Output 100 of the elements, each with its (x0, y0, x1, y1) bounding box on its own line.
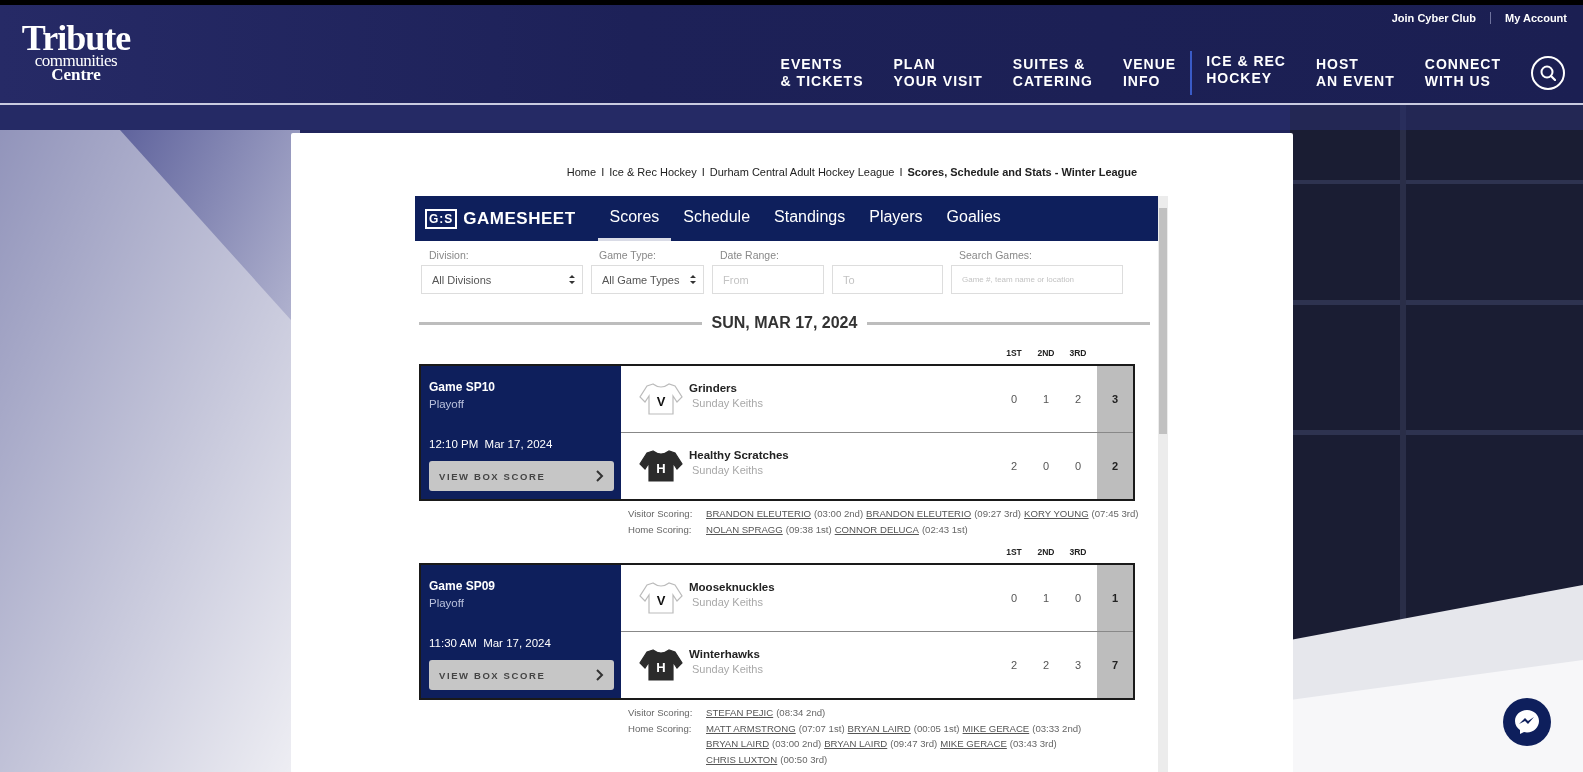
nav-item[interactable]: PLAN YOUR VISIT (877, 56, 997, 90)
game-time: 11:30 AM Mar 17, 2024 (429, 637, 552, 649)
player-link[interactable]: BRYAN LAIRD (847, 720, 911, 736)
jersey-icon: H (639, 448, 683, 484)
jersey-icon: V (639, 381, 683, 417)
filter-label: Search Games: (958, 249, 1033, 263)
goal-time: (09:47 3rd) (890, 737, 938, 751)
input-field[interactable]: From (712, 265, 824, 294)
logo-text: GAMESHEET (463, 208, 576, 229)
player-link[interactable]: BRYAN LAIRD (824, 736, 888, 752)
jersey-icon: V (639, 580, 683, 616)
player-link[interactable]: STEFAN PEJIC (706, 705, 774, 721)
view-box-score-button[interactable]: VIEW BOX SCORE (429, 461, 614, 491)
goal-time: (03:00 2nd) (814, 507, 864, 521)
game-title: Game SP09 (429, 579, 497, 593)
game-type: Playoff (429, 398, 465, 410)
period-score: 0 (1009, 591, 1019, 606)
input-field[interactable]: To (832, 265, 943, 294)
breadcrumb-link[interactable]: Durham Central Adult Hockey League (709, 166, 895, 196)
goal-time: (02:43 1st) (921, 522, 968, 537)
tab[interactable]: Scores (597, 196, 672, 241)
player-link[interactable]: CHRIS LUXTON (706, 751, 778, 767)
team-name: Grinders (689, 381, 738, 394)
utility-link[interactable]: My Account (1490, 12, 1567, 24)
goal-time: (09:27 3rd) (974, 507, 1022, 521)
tab[interactable]: Goalies (934, 196, 1013, 241)
nav-item[interactable]: VENUE INFO (1106, 56, 1191, 90)
game-title: Game SP10 (429, 380, 497, 394)
dropdown[interactable]: All Game Types (591, 265, 704, 294)
period-header: 3RD (1068, 547, 1088, 557)
select-caret-icon (689, 274, 697, 285)
breadcrumb-current: Scores, Schedule and Stats - Winter League (907, 166, 1138, 180)
player-link[interactable]: BRANDON ELEUTERIO (706, 506, 812, 522)
nav-item[interactable]: HOST AN EVENT (1299, 56, 1409, 90)
tab[interactable]: Standings (762, 196, 858, 241)
filter-label: Game Type: (598, 249, 657, 263)
total-score: 2 (1097, 433, 1133, 499)
breadcrumb-link[interactable]: Ice & Rec Hockey (609, 166, 697, 196)
period-score: 2 (1009, 459, 1019, 474)
player-link[interactable]: MIKE GERACE (940, 736, 1007, 752)
team-name: Winterhawks (689, 647, 761, 660)
team-division: Sunday Keiths (692, 463, 764, 476)
period-score: 0 (1009, 392, 1019, 407)
view-box-score-button[interactable]: VIEW BOX SCORE (429, 660, 614, 690)
player-link[interactable]: BRANDON ELEUTERIO (866, 506, 972, 522)
nav-item[interactable]: CONNECT WITH US (1408, 56, 1515, 90)
scrollbar-thumb[interactable] (1159, 208, 1167, 434)
goal-time: (07:07 1st) (798, 721, 845, 736)
total-score: 7 (1097, 632, 1133, 698)
total-score: 3 (1097, 366, 1133, 432)
team-division: Sunday Keiths (692, 595, 764, 608)
breadcrumb-separator: I (601, 166, 605, 180)
player-link[interactable]: MIKE GERACE (962, 720, 1030, 736)
team-division: Sunday Keiths (692, 396, 763, 409)
period-score: 2 (1073, 392, 1083, 407)
chevron-right-icon (595, 669, 604, 681)
goal-time: (03:43 3rd) (1009, 737, 1057, 751)
nav-item[interactable]: ICE & REC HOCKEY (1190, 51, 1300, 95)
utility-link[interactable]: Join Cyber Club (1377, 12, 1491, 24)
total-score: 1 (1097, 565, 1133, 631)
period-header: 3RD (1068, 348, 1088, 358)
player-link[interactable]: CONNOR DELUCA (834, 521, 919, 537)
period-score: 2 (1009, 658, 1019, 673)
scoring-label: Home Scoring: (628, 721, 693, 736)
period-score: 0 (1041, 459, 1051, 474)
chevron-right-icon (595, 470, 604, 482)
dropdown[interactable]: All Divisions (421, 265, 583, 294)
goal-time: (08:34 2nd) (776, 706, 826, 720)
logo-text: Tribute (21, 23, 131, 54)
search-button[interactable] (1531, 56, 1565, 90)
nav-item[interactable]: EVENTS & TICKETS (764, 56, 878, 90)
period-header: 2ND (1036, 547, 1056, 557)
goal-time: (00:50 3rd) (780, 752, 828, 767)
goal-time: (07:45 3rd) (1091, 507, 1139, 521)
period-score: 2 (1041, 658, 1051, 673)
period-score: 0 (1073, 591, 1083, 606)
player-link[interactable]: NOLAN SPRAGG (706, 521, 783, 537)
jersey-icon: H (639, 647, 683, 683)
logo-text: communities (34, 53, 118, 69)
period-score: 1 (1041, 392, 1051, 407)
logo-text: Centre (51, 68, 101, 83)
goal-time: (03:33 2nd) (1032, 721, 1082, 736)
team-division: Sunday Keiths (692, 662, 763, 675)
player-link[interactable]: MATT ARMSTRONG (706, 720, 796, 736)
dropdown-value: All Game Types (602, 273, 680, 286)
nav-item[interactable]: SUITES & CATERING (996, 56, 1107, 90)
search-icon (1540, 65, 1556, 81)
player-link[interactable]: KORY YOUNG (1024, 506, 1089, 522)
filter-label: Division: (428, 249, 470, 263)
breadcrumb-link[interactable]: Home (566, 166, 597, 196)
dropdown-value: All Divisions (432, 273, 492, 286)
period-score: 3 (1073, 658, 1083, 673)
scrollbar[interactable] (1158, 196, 1168, 772)
player-link[interactable]: BRYAN LAIRD (706, 736, 770, 752)
tab[interactable]: Players (857, 196, 935, 241)
date-heading: SUN, MAR 17, 2024 (711, 314, 858, 332)
tab[interactable]: Schedule (671, 196, 763, 241)
goal-time: (03:00 2nd) (772, 737, 822, 751)
period-header: 1ST (1005, 547, 1023, 557)
filter-label: Date Range: (719, 249, 780, 263)
